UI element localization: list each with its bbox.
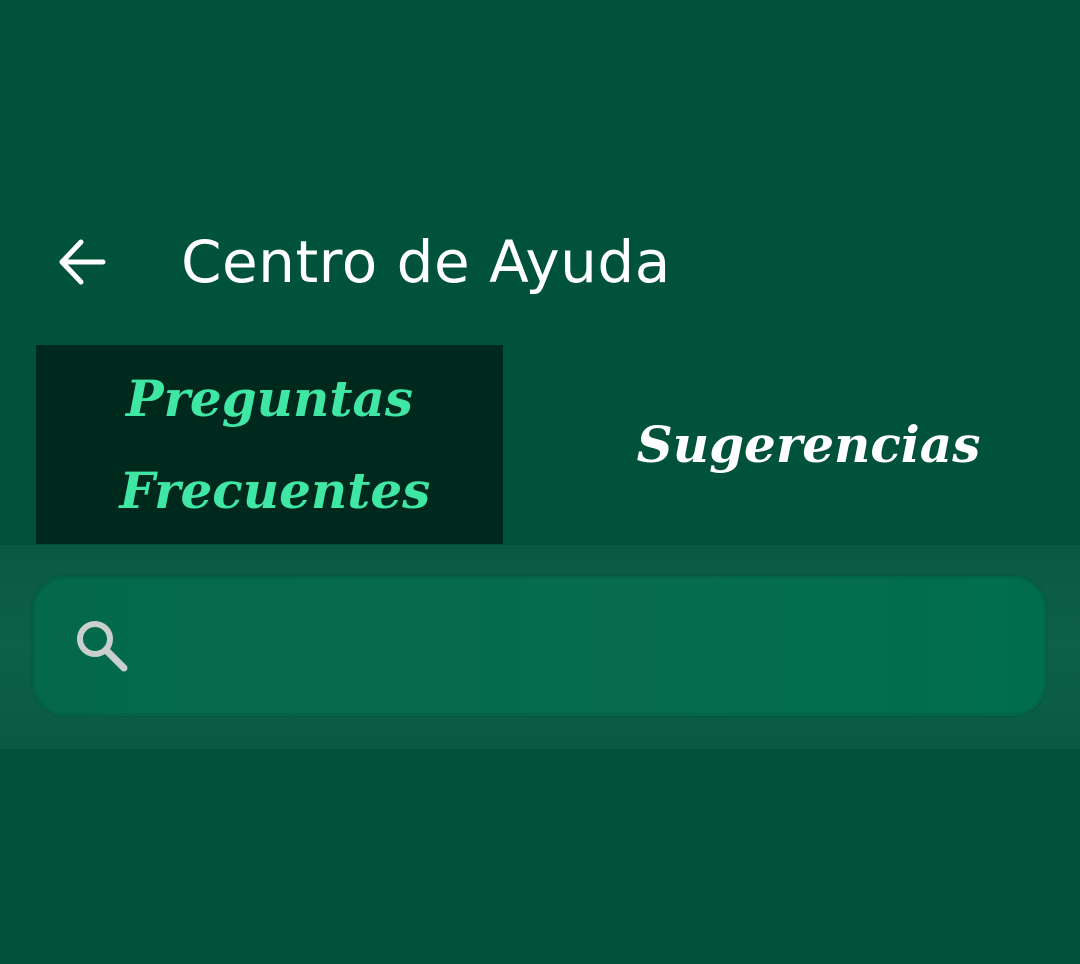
tab-label: Preguntas Frecuentes [119, 368, 431, 520]
tab-label: Sugerencias [636, 414, 981, 474]
app-bar: Centro de Ayuda [0, 200, 1080, 330]
search-icon [77, 621, 128, 672]
back-button[interactable] [42, 222, 122, 302]
arrow-left-icon [59, 239, 106, 285]
tab-bar: Preguntas Frecuentes Sugerencias [36, 345, 1080, 544]
search-bar-container [0, 545, 1080, 749]
tab-sugerencias[interactable]: Sugerencias [576, 345, 1041, 544]
search-input[interactable] [152, 606, 1016, 688]
tab-preguntas-frecuentes[interactable]: Preguntas Frecuentes [36, 345, 503, 544]
page-title: Centro de Ayuda [181, 228, 671, 296]
search-box[interactable] [32, 576, 1046, 716]
